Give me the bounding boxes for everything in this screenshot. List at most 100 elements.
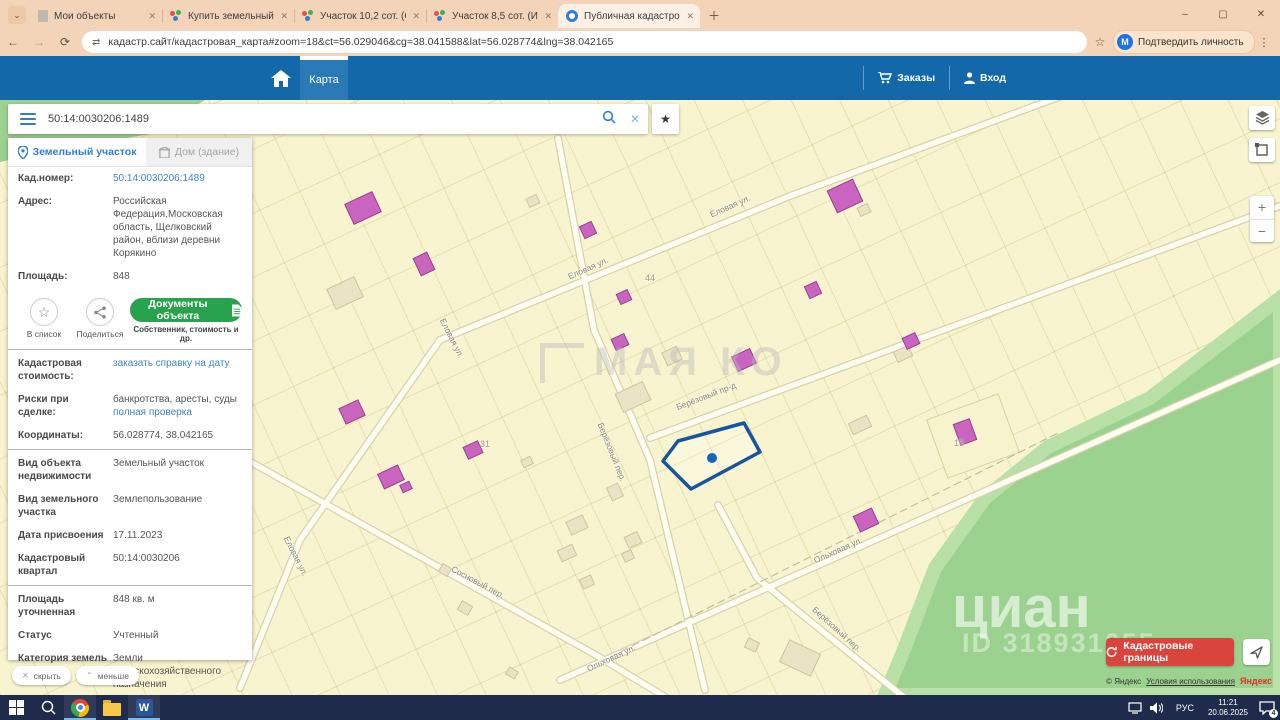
- network-tray-button[interactable]: [1124, 695, 1146, 720]
- home-icon: [271, 70, 291, 87]
- clear-search-icon[interactable]: ✕: [622, 112, 648, 126]
- add-to-list-button[interactable]: ☆ В список: [16, 298, 72, 339]
- reload-icon[interactable]: ⟳: [52, 35, 78, 49]
- taskbar-explorer-button[interactable]: [96, 695, 128, 720]
- notification-badge: 4: [1269, 709, 1278, 718]
- star-icon: ☆: [30, 298, 58, 326]
- selected-parcel[interactable]: [663, 423, 760, 489]
- field-area: Площадь: 848: [8, 265, 252, 288]
- tab-close-icon[interactable]: ✕: [412, 11, 420, 22]
- parcel-info-panel: Земельный участок Дом (здание) Кад.номер…: [8, 138, 252, 660]
- close-window-icon[interactable]: ✕: [1242, 9, 1280, 20]
- start-button[interactable]: [0, 695, 32, 720]
- close-icon: ✕: [22, 671, 29, 680]
- maximize-icon[interactable]: ▢: [1204, 9, 1242, 20]
- cadastral-borders-button[interactable]: Кадастровые границы: [1106, 638, 1234, 666]
- zoom-control: + −: [1250, 196, 1274, 242]
- terms-link[interactable]: Условия использования: [1146, 677, 1235, 686]
- taskbar-word-button[interactable]: W: [128, 695, 160, 720]
- site-header: Карта Заказы Вход: [0, 56, 1280, 100]
- field-address: Адрес: Российская Федерация,Московская о…: [8, 190, 252, 265]
- select-area-button[interactable]: [1249, 138, 1275, 162]
- hide-panel-button[interactable]: ✕ скрыть: [12, 666, 71, 685]
- zoom-out-button[interactable]: −: [1250, 220, 1274, 243]
- tab-house[interactable]: Дом (здание): [146, 138, 252, 166]
- profile-chip[interactable]: М Подтвердить личность: [1113, 30, 1255, 54]
- bookmark-star-icon[interactable]: ☆: [1087, 35, 1113, 49]
- collapse-panel-button[interactable]: ⌃ меньше: [76, 666, 139, 685]
- forward-icon[interactable]: →: [26, 35, 52, 49]
- layers-button[interactable]: [1249, 106, 1275, 130]
- tab-close-icon[interactable]: ✕: [280, 11, 288, 22]
- volume-tray-button[interactable]: [1146, 695, 1168, 720]
- minimize-icon[interactable]: –: [1166, 9, 1204, 20]
- nav-tab-map[interactable]: Карта: [300, 56, 348, 100]
- locate-icon: [1250, 646, 1263, 659]
- object-documents-button[interactable]: Документы объекта: [130, 298, 242, 322]
- windows-icon: [9, 700, 24, 715]
- layers-icon: [1255, 111, 1270, 125]
- back-icon[interactable]: ←: [0, 35, 26, 49]
- brand-watermark: МАЯ КО: [540, 340, 788, 385]
- date: 20.06.2025: [1208, 708, 1248, 718]
- address-bar[interactable]: ⇄ кадастр.сайт/кадастровая_карта#zoom=18…: [82, 31, 1087, 53]
- action-center-button[interactable]: 4: [1254, 695, 1280, 720]
- menu-icon[interactable]: [20, 113, 36, 125]
- locate-me-button[interactable]: [1243, 639, 1270, 665]
- field-parcel-type: Вид земельного участка Землепользование: [8, 488, 252, 524]
- parcel-number: 15: [954, 438, 964, 448]
- orders-button[interactable]: Заказы: [863, 66, 949, 90]
- divider: [8, 349, 252, 350]
- order-report-link[interactable]: заказать справку на дату: [113, 358, 230, 369]
- login-button[interactable]: Вход: [949, 66, 1020, 90]
- network-icon: [1128, 702, 1142, 714]
- field-refined-area: Площадь уточненная 848 кв. м: [8, 588, 252, 624]
- volume-icon: [1150, 702, 1163, 714]
- browser-menu-icon[interactable]: ⋮: [1255, 36, 1275, 49]
- tab-close-icon[interactable]: ✕: [148, 11, 156, 22]
- field-assign-date: Дата присвоения 17.11.2023: [8, 524, 252, 547]
- user-icon: [964, 72, 975, 84]
- divider: [8, 449, 252, 450]
- favorite-star-button[interactable]: ★: [652, 104, 679, 134]
- search-input[interactable]: [46, 112, 596, 126]
- full-check-link[interactable]: полная проверка: [113, 407, 192, 418]
- tab-close-icon[interactable]: ✕: [544, 11, 552, 22]
- browser-tab[interactable]: Участок 8,5 сот. (ИЖС) на про ✕: [426, 4, 558, 28]
- search-icon: [41, 700, 56, 715]
- field-cadastral-value: Кадастровая стоимость: заказать справку …: [8, 352, 252, 388]
- new-tab-icon[interactable]: ＋: [706, 7, 722, 23]
- field-cad-number: Кад.номер: 50:14:0030206:1489: [8, 167, 252, 190]
- taskbar-tray: РУС 11:21 20.06.2025 4: [1124, 695, 1280, 720]
- chrome-icon: [71, 699, 89, 717]
- document-icon: [232, 304, 242, 317]
- tab-land-parcel[interactable]: Земельный участок: [8, 138, 146, 166]
- search-icon[interactable]: [596, 110, 622, 129]
- site-info-icon[interactable]: ⇄: [92, 37, 100, 48]
- time: 11:21: [1208, 698, 1248, 708]
- cart-icon: [878, 72, 892, 84]
- field-coordinates: Координаты: 56.028774, 38.042165: [8, 424, 252, 447]
- share-button[interactable]: Поделиться: [72, 298, 128, 339]
- panel-tabs: Земельный участок Дом (здание): [8, 138, 252, 167]
- clock[interactable]: 11:21 20.06.2025: [1202, 698, 1254, 718]
- building-icon: [159, 147, 170, 158]
- browser-tab[interactable]: Участок 10,2 сот. (СНТ, ДНП) н ✕: [294, 4, 426, 28]
- tab-close-icon[interactable]: ✕: [686, 11, 694, 22]
- language-indicator[interactable]: РУС: [1168, 703, 1202, 713]
- map-copyright: © Яндекс Условия использования Яндекс: [1106, 676, 1272, 686]
- select-area-icon: [1255, 143, 1269, 157]
- yandex-logo: Яндекс: [1240, 676, 1272, 686]
- taskbar-chrome-button[interactable]: [64, 695, 96, 720]
- cad-number-link[interactable]: 50:14:0030206:1489: [113, 172, 242, 185]
- field-status: Статус Учтенный: [8, 624, 252, 647]
- field-cadastral-block: Кадастровый квартал 50:14:0030206: [8, 547, 252, 583]
- home-button[interactable]: [262, 56, 300, 100]
- parcel-number: 31: [480, 439, 490, 449]
- taskbar-search-button[interactable]: [32, 695, 64, 720]
- browser-tab-active[interactable]: Публичная кадастровая карта ✕: [558, 4, 700, 28]
- zoom-in-button[interactable]: +: [1250, 196, 1274, 220]
- browser-tab[interactable]: Мои объекты ✕: [30, 4, 162, 28]
- tab-search-chevron-icon[interactable]: ⌄: [8, 6, 26, 24]
- browser-tab[interactable]: Купить земельный участок в Щ ✕: [162, 4, 294, 28]
